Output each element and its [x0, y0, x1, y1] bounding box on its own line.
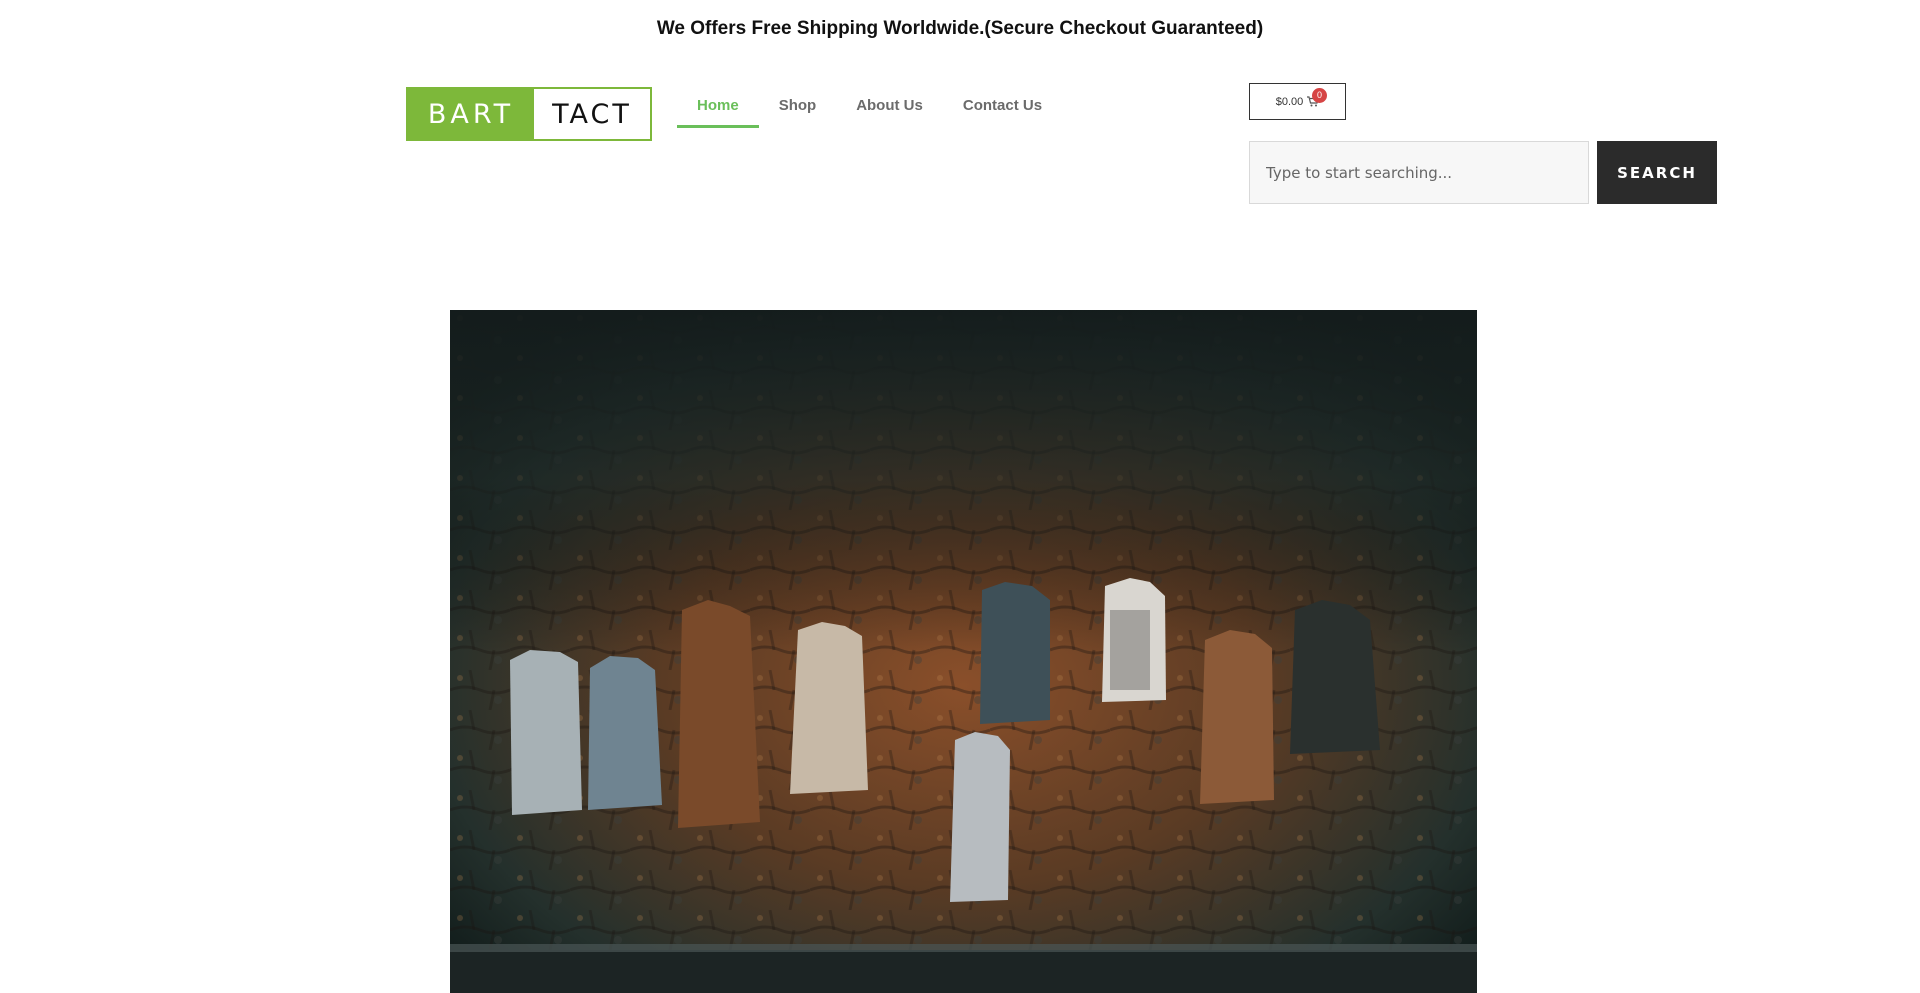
- search-button[interactable]: SEARCH: [1597, 141, 1717, 204]
- cart-count-badge: 0: [1312, 88, 1327, 103]
- announcement-bar: We Offers Free Shipping Worldwide.(Secur…: [656, 18, 1264, 39]
- cart-button[interactable]: $0.00: [1249, 83, 1346, 120]
- search-input[interactable]: [1249, 141, 1589, 204]
- site-logo[interactable]: BART TACT: [406, 87, 652, 141]
- hero-photo-clothes-on-wall: [450, 310, 1477, 993]
- nav-item-home[interactable]: Home: [677, 86, 759, 128]
- nav-item-about-us[interactable]: About Us: [836, 86, 943, 126]
- logo-text-tact: TACT: [534, 89, 650, 139]
- nav-item-shop[interactable]: Shop: [759, 86, 837, 126]
- hero-image: [450, 310, 1477, 993]
- cart-total: $0.00: [1275, 95, 1304, 108]
- nav-item-contact-us[interactable]: Contact Us: [943, 86, 1062, 126]
- main-navigation: Home Shop About Us Contact Us: [677, 86, 1062, 130]
- logo-text-bart: BART: [408, 89, 534, 139]
